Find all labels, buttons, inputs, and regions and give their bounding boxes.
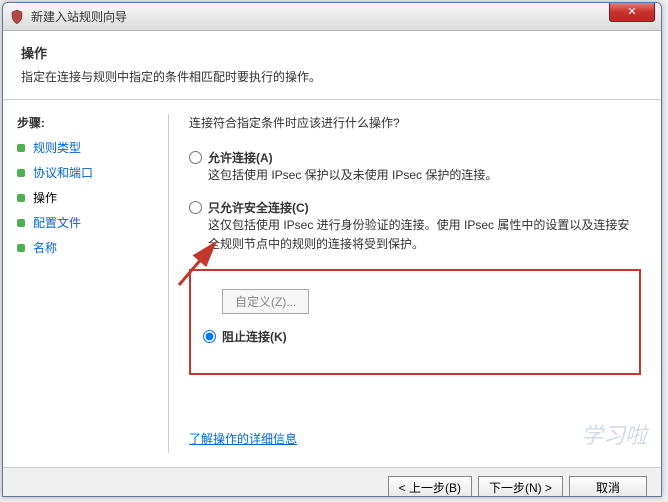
customize-button[interactable]: 自定义(Z)... bbox=[222, 289, 309, 314]
option-block-label: 阻止连接(K) bbox=[222, 328, 287, 345]
window-title: 新建入站规则向导 bbox=[31, 8, 655, 25]
radio-block[interactable] bbox=[203, 330, 216, 343]
wizard-sidebar: 步骤: 规则类型 协议和端口 操作 配置文件 名称 bbox=[3, 100, 168, 467]
content-question: 连接符合指定条件时应该进行什么操作? bbox=[189, 114, 641, 131]
step-label: 配置文件 bbox=[33, 214, 81, 231]
page-title: 操作 bbox=[21, 43, 643, 62]
option-secure-label: 只允许安全连接(C) bbox=[208, 199, 309, 216]
learn-more-link[interactable]: 了解操作的详细信息 bbox=[189, 430, 297, 447]
close-button[interactable]: ✕ bbox=[609, 2, 655, 22]
step-icon bbox=[17, 219, 25, 227]
step-label: 规则类型 bbox=[33, 139, 81, 156]
wizard-header: 操作 指定在连接与规则中指定的条件相匹配时要执行的操作。 bbox=[3, 31, 661, 100]
sidebar-title: 步骤: bbox=[17, 114, 160, 131]
radio-secure[interactable] bbox=[189, 201, 202, 214]
titlebar: 新建入站规则向导 ✕ bbox=[3, 3, 661, 31]
app-icon bbox=[9, 9, 25, 25]
option-secure-desc: 这仅包括使用 IPsec 进行身份验证的连接。使用 IPsec 属性中的设置以及… bbox=[208, 216, 641, 254]
wizard-window: 新建入站规则向导 ✕ 操作 指定在连接与规则中指定的条件相匹配时要执行的操作。 … bbox=[2, 2, 662, 497]
step-label: 操作 bbox=[33, 189, 57, 206]
option-allow-desc: 这包括使用 IPsec 保护以及未使用 IPsec 保护的连接。 bbox=[208, 166, 641, 185]
step-label: 协议和端口 bbox=[33, 164, 93, 181]
step-rule-type[interactable]: 规则类型 bbox=[17, 139, 160, 156]
step-icon bbox=[17, 169, 25, 177]
step-profile[interactable]: 配置文件 bbox=[17, 214, 160, 231]
step-icon bbox=[17, 194, 25, 202]
step-name[interactable]: 名称 bbox=[17, 239, 160, 256]
back-button[interactable]: < 上一步(B) bbox=[388, 476, 472, 498]
step-action[interactable]: 操作 bbox=[17, 189, 160, 206]
page-subtitle: 指定在连接与规则中指定的条件相匹配时要执行的操作。 bbox=[21, 68, 643, 85]
highlight-annotation: 自定义(Z)... 阻止连接(K) bbox=[189, 269, 641, 375]
option-block: 阻止连接(K) bbox=[203, 328, 627, 345]
step-icon bbox=[17, 144, 25, 152]
wizard-footer: < 上一步(B) 下一步(N) > 取消 bbox=[3, 467, 661, 497]
step-protocol-port[interactable]: 协议和端口 bbox=[17, 164, 160, 181]
option-allow: 允许连接(A) 这包括使用 IPsec 保护以及未使用 IPsec 保护的连接。 bbox=[189, 149, 641, 185]
next-button[interactable]: 下一步(N) > bbox=[478, 476, 563, 498]
radio-allow[interactable] bbox=[189, 151, 202, 164]
wizard-content: 连接符合指定条件时应该进行什么操作? 允许连接(A) 这包括使用 IPsec 保… bbox=[169, 100, 661, 467]
step-icon bbox=[17, 244, 25, 252]
option-secure: 只允许安全连接(C) 这仅包括使用 IPsec 进行身份验证的连接。使用 IPs… bbox=[189, 199, 641, 254]
cancel-button[interactable]: 取消 bbox=[569, 476, 647, 498]
wizard-body: 步骤: 规则类型 协议和端口 操作 配置文件 名称 连接符合指定条件时应该进行什… bbox=[3, 100, 661, 467]
option-allow-label: 允许连接(A) bbox=[208, 149, 273, 166]
step-label: 名称 bbox=[33, 239, 57, 256]
